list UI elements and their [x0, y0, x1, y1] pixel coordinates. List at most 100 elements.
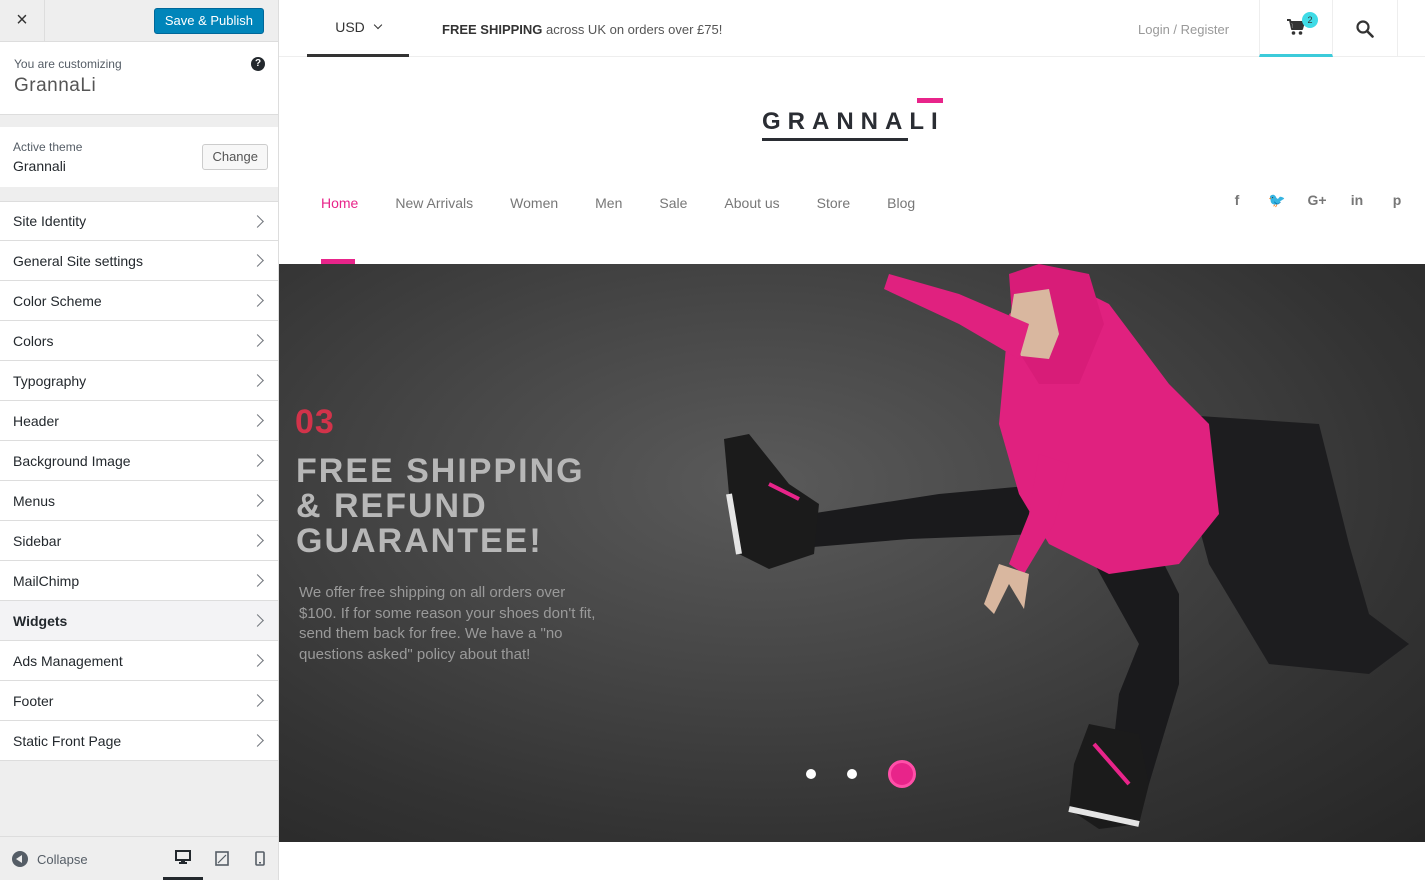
- customizing-label: You are customizing: [14, 57, 122, 71]
- logo-underline: [762, 138, 908, 141]
- help-icon[interactable]: ?: [251, 57, 265, 71]
- logo-text: GRANNALI: [762, 108, 945, 135]
- collapse-label: Collapse: [37, 851, 88, 867]
- currency-value: USD: [335, 19, 365, 35]
- collapse-button[interactable]: Collapse: [12, 851, 88, 867]
- nav-item-women[interactable]: Women: [510, 195, 558, 211]
- section-item-footer[interactable]: Footer: [0, 681, 278, 721]
- section-item-mailchimp[interactable]: MailChimp: [0, 561, 278, 601]
- chevron-right-icon: [251, 414, 264, 427]
- main-navigation: Home New Arrivals Women Men Sale About us Stor…: [321, 195, 952, 211]
- pinterest-icon[interactable]: p: [1377, 192, 1417, 209]
- social-links: f 🐦 G+ in p: [1217, 192, 1417, 209]
- customizer-footer: Collapse: [0, 836, 278, 880]
- section-item-ads-management[interactable]: Ads Management: [0, 641, 278, 681]
- chevron-right-icon: [251, 215, 264, 228]
- currency-selector[interactable]: USD: [307, 0, 409, 57]
- section-item-typography[interactable]: Typography: [0, 361, 278, 401]
- chevron-right-icon: [251, 654, 264, 667]
- chevron-right-icon: [251, 534, 264, 547]
- slide-title-line: & REFUND: [296, 487, 488, 525]
- site-topbar: USD FREE SHIPPING across UK on orders ov…: [279, 0, 1425, 57]
- linkedin-icon[interactable]: in: [1337, 192, 1377, 209]
- desktop-icon: [175, 850, 191, 864]
- slide-description: We offer free shipping on all orders ove…: [299, 584, 596, 663]
- chevron-down-icon: [373, 20, 383, 30]
- nav-item-blog[interactable]: Blog: [887, 195, 915, 211]
- nav-item-home[interactable]: Home: [321, 195, 358, 211]
- section-item-label: Colors: [13, 332, 54, 349]
- nav-item-new-arrivals[interactable]: New Arrivals: [395, 195, 473, 211]
- slide-number: 03: [295, 403, 335, 441]
- close-customizer-button[interactable]: ×: [0, 0, 45, 41]
- chevron-right-icon: [251, 294, 264, 307]
- section-item-general-site-settings[interactable]: General Site settings: [0, 241, 278, 281]
- section-item-label: Static Front Page: [13, 732, 122, 749]
- section-item-label: MailChimp: [13, 572, 80, 589]
- chevron-right-icon: [251, 334, 264, 347]
- customizer-header: × Save & Publish: [0, 0, 278, 42]
- nav-item-sale[interactable]: Sale: [659, 195, 687, 211]
- chevron-right-icon: [251, 574, 264, 587]
- slider-dot[interactable]: [847, 769, 857, 779]
- nav-item-store[interactable]: Store: [817, 195, 850, 211]
- login-register-link[interactable]: Login / Register: [1138, 22, 1229, 37]
- preview-mobile-button[interactable]: [240, 837, 280, 880]
- search-icon: [1356, 19, 1374, 38]
- chevron-right-icon: [251, 374, 264, 387]
- section-item-label: Typography: [13, 372, 87, 389]
- nav-item-about-us[interactable]: About us: [724, 195, 779, 211]
- logo-accent-bar: [917, 98, 943, 103]
- section-item-color-scheme[interactable]: Color Scheme: [0, 281, 278, 321]
- active-theme-panel: Active theme Grannali Change: [0, 127, 278, 187]
- save-publish-button[interactable]: Save & Publish: [153, 8, 264, 34]
- section-item-label: Ads Management: [13, 652, 123, 669]
- chevron-right-icon: [251, 694, 264, 707]
- slider-dot[interactable]: [888, 760, 916, 788]
- customizer-panel: × Save & Publish You are customizing Gra…: [0, 0, 279, 880]
- section-item-label: Color Scheme: [13, 292, 102, 309]
- site-title: GrannaLi: [14, 75, 97, 96]
- search-button[interactable]: [1333, 0, 1398, 57]
- preview-desktop-button[interactable]: [163, 837, 203, 880]
- twitter-icon[interactable]: 🐦: [1257, 192, 1297, 209]
- site-logo[interactable]: GRANNALI: [761, 98, 945, 144]
- chevron-right-icon: [251, 494, 264, 507]
- section-item-label: Site Identity: [13, 213, 87, 229]
- chevron-right-icon: [251, 254, 264, 267]
- section-item-label: General Site settings: [13, 252, 143, 269]
- preview-tablet-button[interactable]: [202, 837, 242, 880]
- facebook-icon[interactable]: f: [1217, 192, 1257, 209]
- slider-dot[interactable]: [806, 769, 816, 779]
- section-item-header[interactable]: Header: [0, 401, 278, 441]
- slide-title: FREE SHIPPING & REFUND GUARANTEE!: [296, 454, 636, 559]
- section-item-label: Widgets: [13, 612, 68, 629]
- slide-title-line: GUARANTEE!: [296, 522, 543, 560]
- section-item-label: Sidebar: [13, 532, 62, 549]
- mobile-icon: [255, 851, 265, 866]
- collapse-icon: [12, 851, 28, 867]
- chevron-right-icon: [251, 454, 264, 467]
- slider-pagination: [806, 760, 916, 788]
- cart-button[interactable]: 2: [1259, 0, 1333, 57]
- section-item-label: Footer: [13, 692, 54, 709]
- section-item-sidebar[interactable]: Sidebar: [0, 521, 278, 561]
- section-item-widgets[interactable]: Widgets: [0, 601, 278, 641]
- section-item-site-identity[interactable]: Site Identity: [0, 201, 278, 241]
- hero-slider: 03 FREE SHIPPING & REFUND GUARANTEE! We …: [279, 264, 1425, 842]
- site-preview: USD FREE SHIPPING across UK on orders ov…: [279, 0, 1425, 880]
- section-item-background-image[interactable]: Background Image: [0, 441, 278, 481]
- change-theme-button[interactable]: Change: [202, 144, 268, 170]
- customizer-sections: Site Identity General Site settings Color …: [0, 201, 278, 761]
- section-item-label: Header: [13, 412, 59, 429]
- cart-count-badge: 2: [1302, 12, 1318, 28]
- section-item-colors[interactable]: Colors: [0, 321, 278, 361]
- section-item-label: Background Image: [13, 452, 131, 469]
- section-item-static-front-page[interactable]: Static Front Page: [0, 721, 278, 761]
- shipping-notice: FREE SHIPPING across UK on orders over £…: [442, 22, 722, 37]
- nav-item-men[interactable]: Men: [595, 195, 622, 211]
- section-item-menus[interactable]: Menus: [0, 481, 278, 521]
- hero-athlete-image: [724, 264, 1409, 829]
- google-plus-icon[interactable]: G+: [1297, 192, 1337, 209]
- slide-title-line: FREE SHIPPING: [296, 452, 585, 490]
